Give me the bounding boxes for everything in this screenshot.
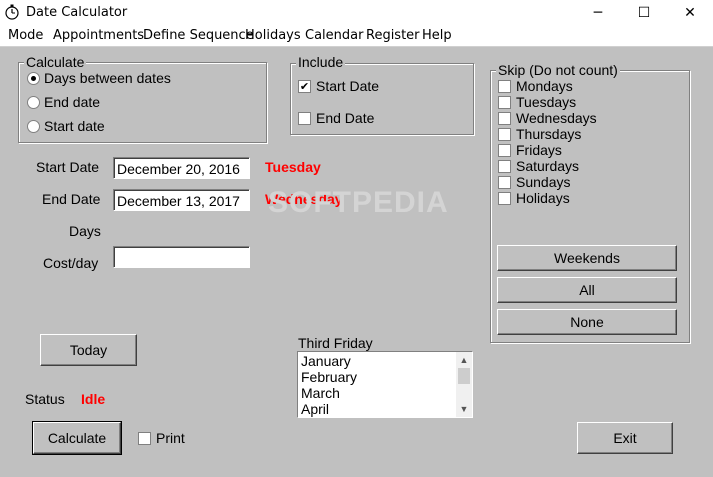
print-checkbox[interactable]	[138, 432, 151, 445]
menu-calendar[interactable]: Calendar	[305, 28, 363, 43]
radio-end-date[interactable]	[27, 96, 40, 109]
skip-saturdays-label[interactable]: Saturdays	[516, 158, 579, 174]
calculate-button[interactable]: Calculate	[32, 421, 122, 455]
minimize-icon: ─	[593, 5, 603, 21]
scroll-down-icon[interactable]: ▼	[456, 401, 472, 417]
third-friday-listbox[interactable]: January February March April ▲ ▼	[297, 351, 473, 418]
cost-per-day-input[interactable]	[113, 246, 250, 268]
skip-wednesdays-checkbox[interactable]	[498, 112, 511, 125]
maximize-button[interactable]: ☐	[621, 0, 667, 26]
include-end-label[interactable]: End Date	[316, 110, 374, 126]
skip-tuesdays-label[interactable]: Tuesdays	[516, 94, 576, 110]
skip-fridays-label[interactable]: Fridays	[516, 142, 562, 158]
start-weekday: Tuesday	[265, 159, 321, 175]
radio-start-date[interactable]	[27, 120, 40, 133]
include-end-checkbox[interactable]	[298, 112, 311, 125]
third-friday-label: Third Friday	[298, 335, 373, 351]
menu-appointments[interactable]: Appointments	[53, 28, 144, 43]
menu-holidays[interactable]: Holidays	[245, 28, 301, 43]
skip-tuesdays-checkbox[interactable]	[498, 96, 511, 109]
print-label[interactable]: Print	[156, 430, 185, 446]
list-item[interactable]: February	[301, 369, 357, 385]
include-start-checkbox[interactable]: ✔	[298, 80, 311, 93]
title-bar: Date Calculator ─ ☐ ✕	[0, 0, 713, 27]
skip-sundays-checkbox[interactable]	[498, 176, 511, 189]
window-title: Date Calculator	[26, 5, 128, 20]
include-group-label: Include	[296, 54, 346, 70]
scroll-thumb[interactable]	[458, 368, 470, 384]
weekends-button-label: Weekends	[554, 250, 620, 266]
skip-wednesdays-label[interactable]: Wednesdays	[516, 110, 597, 126]
exit-button[interactable]: Exit	[577, 422, 673, 454]
close-icon: ✕	[684, 5, 696, 21]
end-date-label: End Date	[42, 191, 101, 207]
list-item[interactable]: January	[301, 353, 351, 369]
none-button[interactable]: None	[497, 309, 677, 335]
none-button-label: None	[570, 314, 604, 330]
radio-days-between-label[interactable]: Days between dates	[44, 70, 171, 86]
radio-days-between[interactable]	[27, 72, 40, 85]
start-date-field[interactable]: December 20, 2016	[113, 157, 250, 179]
stopwatch-icon	[5, 4, 19, 20]
include-start-label[interactable]: Start Date	[316, 78, 379, 94]
menu-register[interactable]: Register	[366, 28, 420, 43]
menu-mode[interactable]: Mode	[8, 28, 43, 43]
skip-sundays-label[interactable]: Sundays	[516, 174, 570, 190]
status-label: Status	[25, 391, 65, 407]
menu-bar: Mode Appointments Define Sequence Holida…	[0, 26, 713, 47]
today-button-label: Today	[69, 342, 108, 358]
radio-end-date-label[interactable]: End date	[44, 94, 100, 110]
list-item[interactable]: April	[301, 401, 329, 417]
all-button-label: All	[579, 282, 595, 298]
status-value: Idle	[81, 391, 106, 407]
scroll-up-icon[interactable]: ▲	[456, 352, 472, 368]
calculate-group-label: Calculate	[24, 54, 87, 70]
menu-help[interactable]: Help	[422, 28, 452, 43]
skip-mondays-label[interactable]: Mondays	[516, 78, 573, 94]
watermark-logo: SOFTPEDIA	[268, 186, 449, 219]
today-button[interactable]: Today	[40, 334, 137, 366]
skip-holidays-label[interactable]: Holidays	[516, 190, 570, 206]
exit-button-label: Exit	[613, 430, 637, 446]
menu-define-sequence[interactable]: Define Sequence	[143, 28, 254, 43]
start-date-label: Start Date	[36, 159, 100, 175]
minimize-button[interactable]: ─	[575, 0, 621, 26]
skip-saturdays-checkbox[interactable]	[498, 160, 511, 173]
weekends-button[interactable]: Weekends	[497, 245, 677, 271]
list-item[interactable]: March	[301, 385, 340, 401]
calculate-button-label: Calculate	[47, 430, 107, 446]
cost-per-day-label: Cost/day	[43, 255, 99, 271]
days-label: Days	[69, 223, 101, 239]
all-button[interactable]: All	[497, 277, 677, 303]
list-scrollbar[interactable]: ▲ ▼	[456, 352, 472, 417]
skip-group-label: Skip (Do not count)	[496, 62, 620, 78]
radio-start-date-label[interactable]: Start date	[44, 118, 105, 134]
skip-fridays-checkbox[interactable]	[498, 144, 511, 157]
skip-holidays-checkbox[interactable]	[498, 192, 511, 205]
end-date-field[interactable]: December 13, 2017	[113, 189, 250, 211]
close-button[interactable]: ✕	[667, 0, 713, 26]
maximize-icon: ☐	[637, 5, 651, 21]
skip-thursdays-label[interactable]: Thursdays	[516, 126, 581, 142]
skip-thursdays-checkbox[interactable]	[498, 128, 511, 141]
skip-mondays-checkbox[interactable]	[498, 80, 511, 93]
